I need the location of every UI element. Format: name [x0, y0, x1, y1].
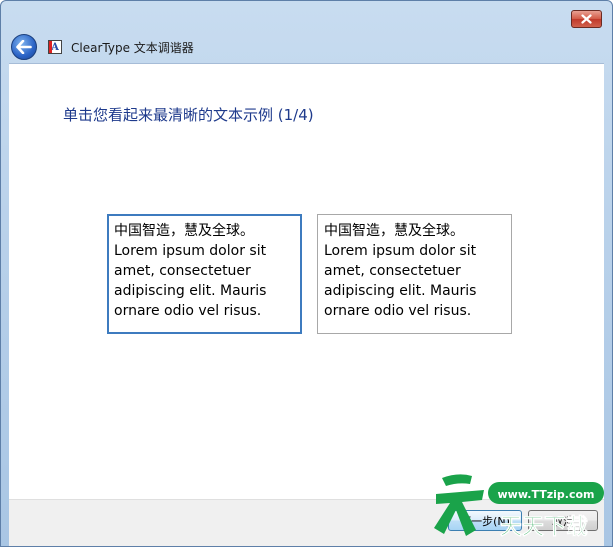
- window-title: ClearType 文本调谐器: [71, 40, 194, 55]
- sample-line: 中国智造，慧及全球。: [114, 223, 254, 239]
- page-heading: 单击您看起来最清晰的文本示例 (1/4): [63, 106, 314, 124]
- sample-line: adipiscing elit. Mauris: [324, 283, 477, 299]
- back-button[interactable]: [11, 34, 37, 60]
- sample-line: ornare odio vel risus.: [114, 303, 262, 319]
- cleartype-app-icon: A: [48, 40, 62, 54]
- sample-line: 中国智造，慧及全球。: [324, 223, 464, 239]
- text-sample-2[interactable]: 中国智造，慧及全球。 Lorem ipsum dolor sit amet, c…: [317, 214, 512, 334]
- ttzip-watermark-logo: www.TTzip.com 天天下载: [434, 474, 604, 540]
- sample-line: amet, consectetuer: [324, 263, 461, 279]
- watermark-figure-icon: [434, 474, 484, 536]
- app-icon-glyph: A: [51, 41, 59, 53]
- sample-line: adipiscing elit. Mauris: [114, 283, 267, 299]
- sample-line: ornare odio vel risus.: [324, 303, 472, 319]
- close-icon: [581, 14, 592, 24]
- title-bar: A ClearType 文本调谐器: [9, 31, 604, 63]
- close-button[interactable]: [571, 10, 602, 28]
- watermark-text: 天天下载: [500, 514, 588, 540]
- cleartype-tuner-window: A ClearType 文本调谐器 单击您看起来最清晰的文本示例 (1/4) 中…: [0, 0, 613, 547]
- back-arrow-icon: [16, 40, 32, 54]
- sample-line: Lorem ipsum dolor sit: [324, 243, 477, 259]
- watermark-site: www.TTzip.com: [498, 488, 595, 501]
- text-sample-1[interactable]: 中国智造，慧及全球。 Lorem ipsum dolor sit amet, c…: [107, 214, 302, 334]
- sample-line: amet, consectetuer: [114, 263, 251, 279]
- sample-line: Lorem ipsum dolor sit: [114, 243, 267, 259]
